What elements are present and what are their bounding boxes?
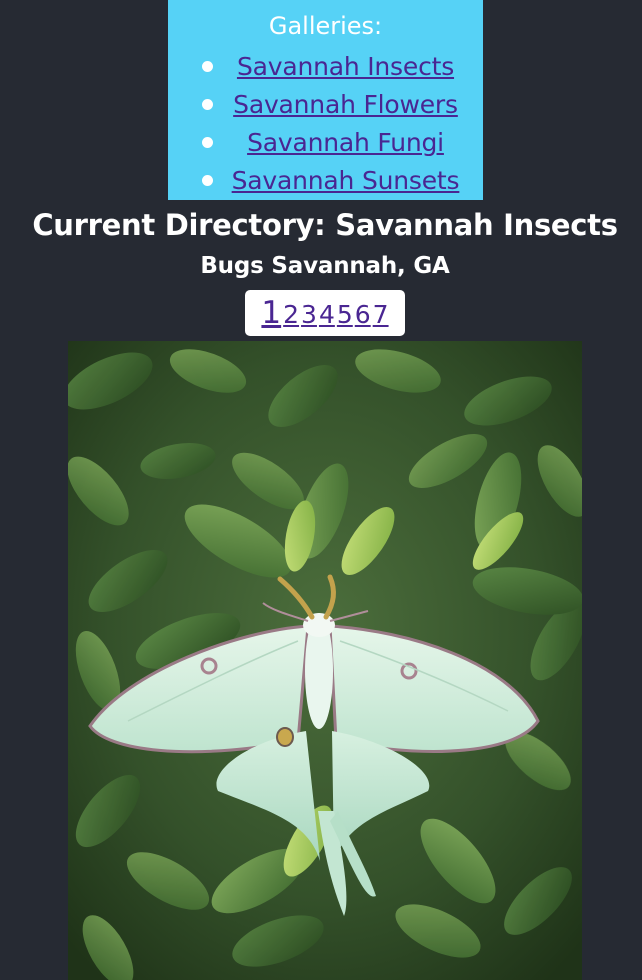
list-item: Savannah Sunsets [168,162,483,200]
list-item: Savannah Insects [168,48,483,86]
page-link-7[interactable]: 7 [372,301,390,329]
gallery-link-savannah-insects[interactable]: Savannah Insects [222,48,469,86]
gallery-link-savannah-sunsets[interactable]: Savannah Sunsets [222,162,469,200]
page-link-4[interactable]: 4 [318,301,336,329]
pagination: 1 2 3 4 5 6 7 [245,290,405,336]
galleries-title: Galleries: [268,12,383,40]
gallery-link-savannah-flowers[interactable]: Savannah Flowers [222,86,469,124]
bullet-icon [202,61,213,72]
list-item: Savannah Flowers [168,86,483,124]
gallery-subheading: Bugs Savannah, GA [200,253,450,279]
bullet-icon [202,175,213,186]
page-link-3[interactable]: 3 [300,301,318,329]
gallery-list: Savannah Insects Savannah Flowers Savann… [168,48,483,200]
page: Galleries: Savannah Insects Savannah Flo… [0,0,642,980]
page-link-5[interactable]: 5 [336,301,354,329]
bullet-icon [202,99,213,110]
gallery-photo[interactable] [68,341,582,980]
luna-moth-image [68,341,582,980]
bullet-icon [202,137,213,148]
page-link-6[interactable]: 6 [354,301,372,329]
gallery-link-savannah-fungi[interactable]: Savannah Fungi [222,124,469,162]
current-directory-heading: Current Directory: Savannah Insects [32,208,618,242]
galleries-nav: Galleries: Savannah Insects Savannah Flo… [168,0,483,200]
page-link-1[interactable]: 1 [260,297,282,329]
list-item: Savannah Fungi [168,124,483,162]
page-link-2[interactable]: 2 [282,301,300,329]
